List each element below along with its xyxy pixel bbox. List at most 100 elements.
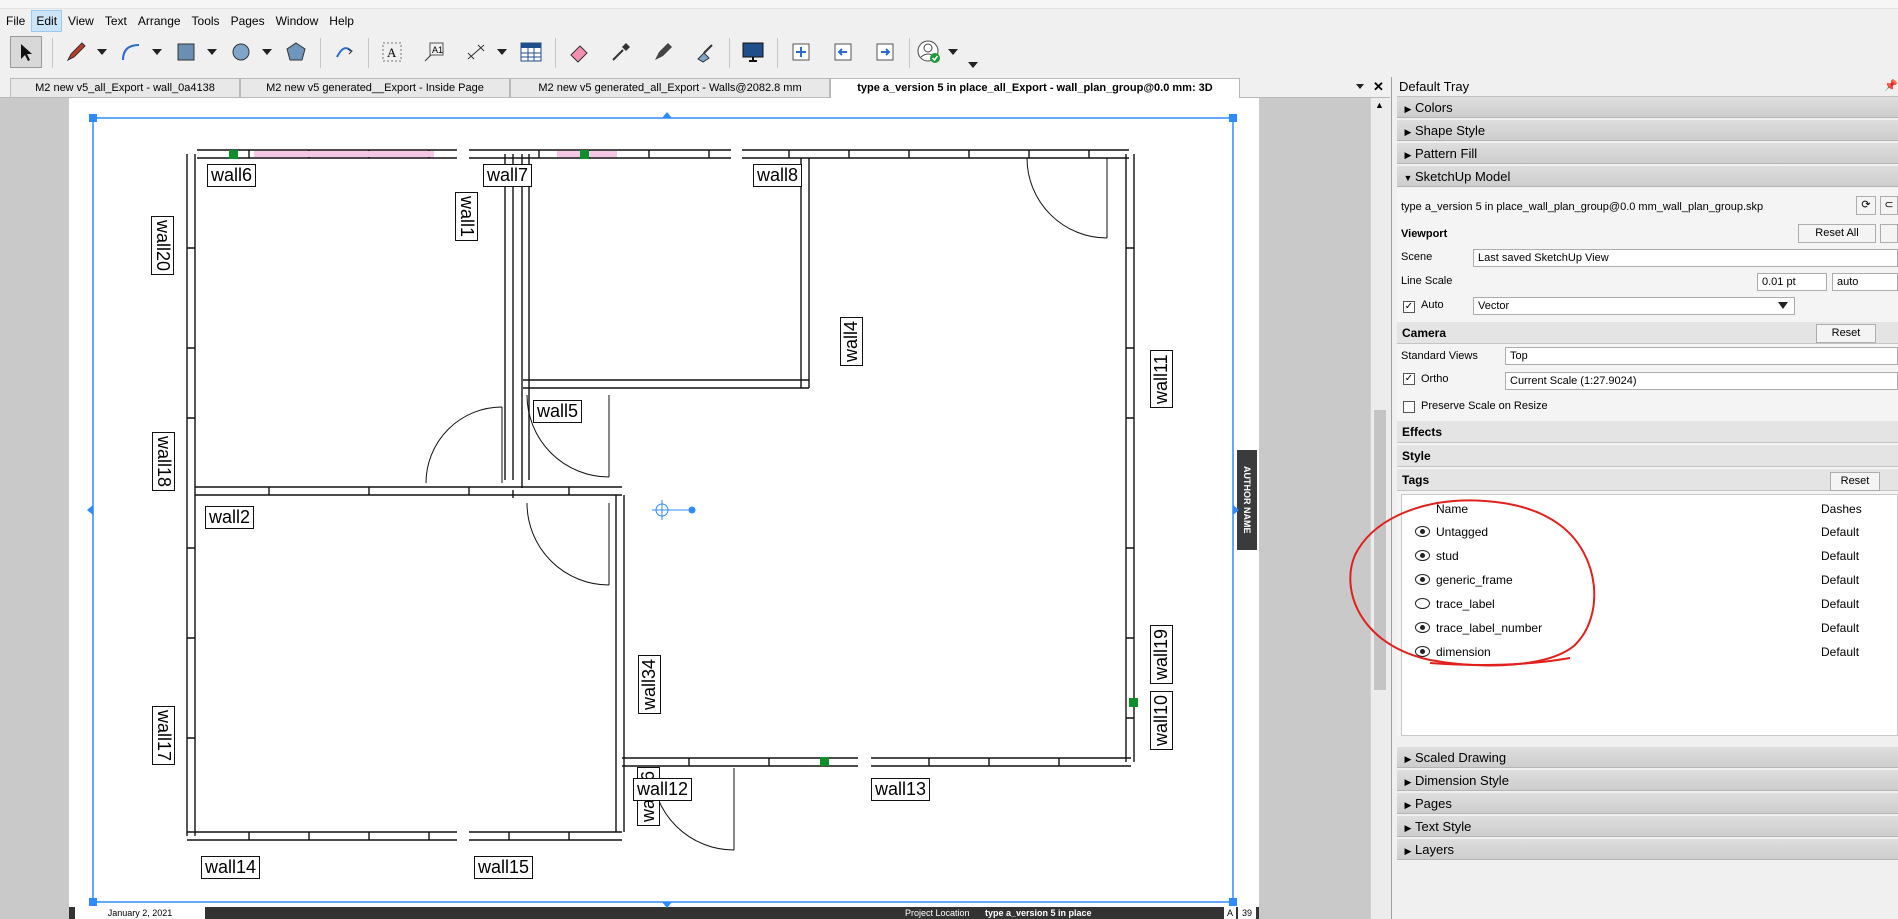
auto-render-checkbox[interactable]: ✓ xyxy=(1403,301,1415,313)
wall-label-12[interactable]: wall12 xyxy=(633,778,693,801)
tags-reset-button[interactable]: Reset xyxy=(1830,472,1880,491)
panel-colors[interactable]: ▶ Colors xyxy=(1397,97,1898,118)
tags-heading[interactable]: Tags xyxy=(1397,469,1898,491)
dimension-tool-dropdown[interactable] xyxy=(497,49,507,55)
wall-label-6[interactable]: wall6 xyxy=(207,164,257,187)
menu-arrange[interactable]: Arrange xyxy=(133,10,186,32)
tag-dashes[interactable]: Default xyxy=(1821,546,1859,566)
wall-label-7[interactable]: wall7 xyxy=(483,164,533,187)
select-tool-button[interactable] xyxy=(10,36,42,68)
wall-label-20[interactable]: wall20 xyxy=(151,216,174,276)
wall-label-34[interactable]: wall34 xyxy=(638,654,661,714)
footer-project-location: Project Location xyxy=(905,908,970,918)
tab-wall-plan-group[interactable]: type a_version 5 in place_all_Export - w… xyxy=(830,78,1240,98)
wall-label-11[interactable]: wall11 xyxy=(1150,350,1173,408)
wall-label-13[interactable]: wall13 xyxy=(871,778,931,801)
chevron-down-icon[interactable] xyxy=(1355,80,1365,94)
join-tool-button[interactable] xyxy=(689,36,721,68)
style-heading[interactable]: Style xyxy=(1397,445,1898,467)
panel-scaled-drawing[interactable]: ▶ Scaled Drawing xyxy=(1397,747,1898,768)
tag-dashes[interactable]: Default xyxy=(1821,642,1859,662)
tag-dashes[interactable]: Default xyxy=(1821,594,1859,614)
effects-heading[interactable]: Effects xyxy=(1397,421,1898,443)
eraser-tool-button[interactable] xyxy=(563,36,595,68)
line-scale-auto-select[interactable]: auto xyxy=(1832,273,1898,291)
previous-page-button[interactable] xyxy=(827,36,859,68)
menu-tools[interactable]: Tools xyxy=(187,10,225,32)
polygon-tool-button[interactable] xyxy=(280,36,312,68)
refresh-model-button[interactable]: ⟳ xyxy=(1856,196,1876,215)
wall-label-14[interactable]: wall14 xyxy=(201,856,261,879)
label-tool-button[interactable]: A1 xyxy=(418,36,450,68)
viewport-extra-button[interactable] xyxy=(1880,224,1898,243)
menu-file[interactable]: File xyxy=(1,10,30,32)
ortho-checkbox[interactable]: ✓ xyxy=(1403,373,1415,385)
next-page-button[interactable] xyxy=(869,36,901,68)
add-page-button[interactable] xyxy=(785,36,817,68)
wall-label-1[interactable]: wall1 xyxy=(455,192,478,242)
panel-dimension-style[interactable]: ▶ Dimension Style xyxy=(1397,770,1898,791)
wall-label-8[interactable]: wall8 xyxy=(753,164,803,187)
menu-text[interactable]: Text xyxy=(100,10,132,32)
preserve-scale-checkbox[interactable] xyxy=(1403,401,1415,413)
circle-tool-button[interactable] xyxy=(225,36,257,68)
reset-all-button[interactable]: Reset All xyxy=(1798,224,1876,243)
menu-view[interactable]: View xyxy=(63,10,99,32)
wall-label-4[interactable]: wall4 xyxy=(840,316,863,366)
menu-window[interactable]: Window xyxy=(271,10,324,32)
wall-label-18[interactable]: wall18 xyxy=(152,432,175,492)
tab-inside-page[interactable]: M2 new v5 generated__Export - Inside Pag… xyxy=(240,78,510,97)
offset-tool-button[interactable] xyxy=(328,36,360,68)
tag-dashes[interactable]: Default xyxy=(1821,570,1859,590)
wall-label-17[interactable]: wall17 xyxy=(152,706,175,766)
panel-text-style[interactable]: ▶ Text Style xyxy=(1397,816,1898,837)
table-tool-button[interactable] xyxy=(515,36,547,68)
text-tool-button[interactable]: A xyxy=(376,36,408,68)
line-tool-dropdown[interactable] xyxy=(97,49,107,55)
wall-label-15[interactable]: wall15 xyxy=(474,856,534,879)
camera-reset-button[interactable]: Reset xyxy=(1816,324,1876,343)
panel-layers[interactable]: ▶ Layers xyxy=(1397,839,1898,860)
split-tool-button[interactable] xyxy=(647,36,679,68)
dimension-tool-button[interactable] xyxy=(460,36,492,68)
wall-label-5[interactable]: wall5 xyxy=(533,400,583,423)
wall-label-19[interactable]: wall19 xyxy=(1150,624,1173,684)
style-tool-button[interactable] xyxy=(605,36,637,68)
standard-views-select[interactable]: Top xyxy=(1505,347,1898,365)
panel-pattern-fill[interactable]: ▶ Pattern Fill xyxy=(1397,143,1898,164)
scene-select[interactable]: Last saved SketchUp View xyxy=(1473,249,1898,267)
tag-dashes[interactable]: Default xyxy=(1821,522,1859,542)
tab-wall-export[interactable]: M2 new v5_all_Export - wall_0a4138 xyxy=(10,78,240,97)
panel-shape-style[interactable]: ▶ Shape Style xyxy=(1397,120,1898,141)
close-icon[interactable]: ✕ xyxy=(1373,79,1384,95)
tag-dashes[interactable]: Default xyxy=(1821,618,1859,638)
tab-walls[interactable]: M2 new v5 generated_all_Export - Walls@2… xyxy=(510,78,830,97)
arc-tool-button[interactable] xyxy=(115,36,147,68)
arc-tool-dropdown[interactable] xyxy=(152,49,162,55)
unlink-model-button[interactable]: ⊂ xyxy=(1880,196,1898,215)
polygon-icon xyxy=(286,42,306,61)
pin-icon[interactable]: 📌 xyxy=(1884,79,1898,92)
collaborate-dropdown[interactable] xyxy=(948,49,958,55)
wall-label-10[interactable]: wall10 xyxy=(1150,690,1173,750)
panel-pages[interactable]: ▶ Pages xyxy=(1397,793,1898,814)
panel-sketchup-model[interactable]: ▼ SketchUp Model xyxy=(1397,166,1898,187)
scroll-up-icon[interactable]: ▲ xyxy=(1375,100,1384,110)
menu-edit[interactable]: Edit xyxy=(31,10,63,32)
menu-help[interactable]: Help xyxy=(324,10,359,32)
line-tool-button[interactable] xyxy=(60,36,92,68)
screen-presentation-button[interactable] xyxy=(737,36,769,68)
circle-tool-dropdown[interactable] xyxy=(262,49,272,55)
rectangle-tool-dropdown[interactable] xyxy=(207,49,217,55)
toolbar-overflow-dropdown[interactable] xyxy=(968,62,978,68)
scale-select[interactable]: Current Scale (1:27.9024) xyxy=(1505,372,1898,390)
rectangle-tool-button[interactable] xyxy=(170,36,202,68)
line-scale-select[interactable]: 0.01 pt xyxy=(1757,273,1827,291)
menu-pages[interactable]: Pages xyxy=(226,10,270,32)
column-dashes-header[interactable]: Dashes xyxy=(1821,499,1862,519)
rotation-center-marker[interactable] xyxy=(652,500,696,520)
collaborate-button[interactable] xyxy=(913,36,945,68)
chevron-down-icon[interactable] xyxy=(1778,302,1788,309)
render-mode-select[interactable]: Vector xyxy=(1473,297,1795,315)
wall-label-2[interactable]: wall2 xyxy=(205,506,255,529)
